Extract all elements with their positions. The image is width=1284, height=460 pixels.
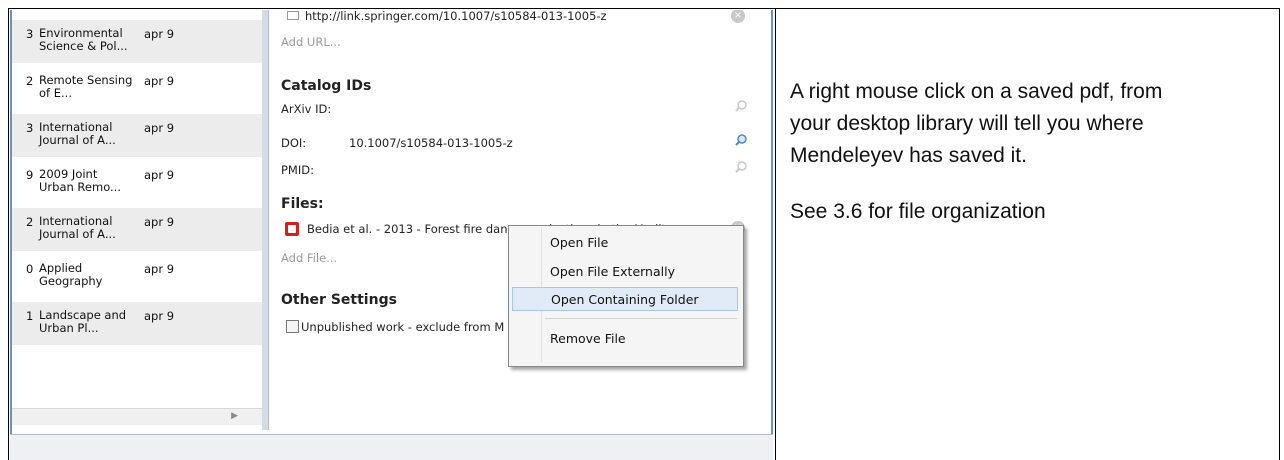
remove-url-icon[interactable]: × — [731, 10, 745, 23]
list-item[interactable]: 3 Environmental Science & Pol... apr 9 — [12, 20, 262, 63]
row-number: 2 — [26, 74, 34, 88]
table-border-top — [8, 8, 1280, 9]
row-number: 3 — [26, 121, 34, 135]
scroll-right-arrow-icon[interactable]: ▶ — [231, 411, 238, 421]
files-heading: Files: — [281, 196, 324, 212]
row-title: International Journal of A... — [39, 120, 116, 147]
menu-separator — [545, 318, 737, 319]
add-file-link[interactable]: Add File... — [281, 251, 337, 265]
pmid-label: PMID: — [281, 163, 314, 177]
note-line: A right mouse click on a saved pdf, from — [790, 80, 1163, 103]
horizontal-scrollbar[interactable]: ▶ — [12, 408, 262, 425]
list-item[interactable]: 2 Remote Sensing of E... apr 9 — [12, 67, 262, 110]
menu-item-label: Remove File — [550, 331, 626, 346]
url-row[interactable]: http://link.springer.com/10.1007/s10584-… — [287, 10, 607, 23]
row-date: apr 9 — [144, 27, 175, 41]
row-title: International Journal of A... — [39, 214, 116, 241]
row-title: Remote Sensing of E... — [39, 73, 133, 100]
list-item[interactable]: 9 2009 Joint Urban Remo... apr 9 — [12, 161, 262, 204]
menu-item-open-file[interactable]: Open File — [512, 231, 738, 255]
table-border-right — [1279, 8, 1280, 460]
row-date: apr 9 — [144, 309, 175, 323]
unpublished-label: Unpublished work - exclude from M — [301, 320, 505, 334]
note-line: See 3.6 for file organization — [790, 200, 1046, 223]
menu-item-remove-file[interactable]: Remove File — [512, 327, 738, 351]
menu-item-open-containing-folder[interactable]: Open Containing Folder — [512, 287, 738, 311]
arxiv-label: ArXiv ID: — [281, 102, 332, 116]
menu-item-label: Open File Externally — [550, 264, 675, 279]
row-title: 2009 Joint Urban Remo... — [39, 167, 121, 194]
menu-item-open-file-externally[interactable]: Open File Externally — [512, 260, 738, 284]
row-date: apr 9 — [144, 262, 175, 276]
row-date: apr 9 — [144, 168, 175, 182]
menu-item-label: Open Containing Folder — [551, 292, 699, 307]
row-date: apr 9 — [144, 215, 175, 229]
row-number: 0 — [26, 262, 34, 276]
row-number: 1 — [26, 309, 34, 323]
menu-item-label: Open File — [550, 235, 609, 250]
search-icon[interactable] — [735, 134, 747, 146]
list-item[interactable]: 2 International Journal of A... apr 9 — [12, 208, 262, 251]
document-details-pane: http://link.springer.com/10.1007/s10584-… — [268, 10, 761, 430]
search-icon[interactable] — [735, 100, 747, 112]
doi-value[interactable]: 10.1007/s10584-013-1005-z — [349, 136, 513, 150]
unpublished-checkbox[interactable] — [286, 320, 299, 333]
add-url-link[interactable]: Add URL... — [281, 35, 341, 49]
window-frame-right — [771, 10, 773, 460]
note-line: your desktop library will tell you where — [790, 112, 1144, 135]
list-item[interactable]: 1 Landscape and Urban Pl... apr 9 — [12, 302, 262, 345]
search-icon[interactable] — [735, 161, 747, 173]
row-number: 3 — [26, 27, 34, 41]
table-border-left — [8, 8, 9, 460]
link-icon — [287, 11, 299, 20]
list-item[interactable]: 3 International Journal of A... apr 9 — [12, 114, 262, 157]
status-bar — [10, 434, 773, 460]
row-number: 9 — [26, 168, 34, 182]
url-value[interactable]: http://link.springer.com/10.1007/s10584-… — [305, 10, 607, 23]
pdf-icon — [285, 222, 299, 236]
list-item[interactable]: 0 Applied Geography apr 9 — [12, 255, 262, 298]
catalog-ids-heading: Catalog IDs — [281, 78, 372, 94]
file-context-menu: Open File Open File Externally Open Cont… — [508, 225, 744, 367]
note-line: Mendeleyev has saved it. — [790, 144, 1027, 167]
row-title: Environmental Science & Pol... — [39, 26, 128, 53]
row-number: 2 — [26, 215, 34, 229]
row-title: Applied Geography — [39, 261, 103, 288]
row-date: apr 9 — [144, 74, 175, 88]
row-title: Landscape and Urban Pl... — [39, 308, 127, 335]
table-border-middle — [775, 8, 776, 460]
mendeley-screenshot: 3 Environmental Science & Pol... apr 9 2… — [10, 10, 773, 460]
other-settings-heading: Other Settings — [281, 292, 397, 308]
row-date: apr 9 — [144, 121, 175, 135]
doi-label: DOI: — [281, 136, 307, 150]
document-list: 3 Environmental Science & Pol... apr 9 2… — [12, 10, 262, 430]
